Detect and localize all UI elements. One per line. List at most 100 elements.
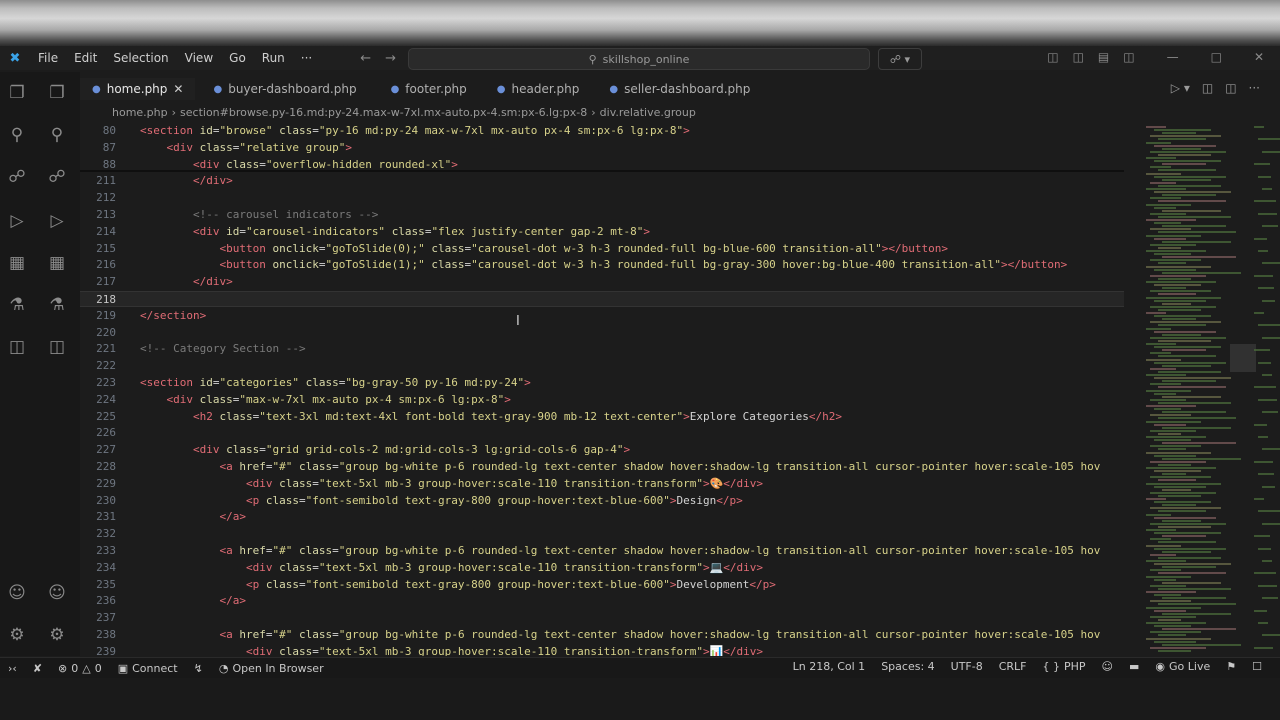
code-editor[interactable]: 80 <section id="browse" class="py-16 md:p… (80, 122, 1124, 656)
open-preview-icon[interactable]: ◫ (1202, 81, 1213, 95)
explorer-icon[interactable]: ❐ (6, 82, 28, 104)
minimap-slider[interactable] (1230, 344, 1256, 372)
sync-icon[interactable]: ✘ (25, 662, 50, 675)
split-editor-icon[interactable]: ◫ (1225, 81, 1236, 95)
more-actions-icon[interactable]: ··· (1249, 81, 1260, 95)
problems-indicator[interactable]: ⊗ 0 △ 0 (50, 662, 110, 675)
source-control-icon-secondary[interactable]: ☍ (46, 166, 68, 188)
toggle-switch-icon[interactable]: ▬ (1121, 660, 1147, 673)
code-line[interactable]: 234 <div class="text-5xl mb-3 group-hove… (80, 560, 1124, 576)
explorer-icon-secondary[interactable]: ❐ (46, 82, 68, 104)
language-mode[interactable]: { } PHP (1035, 660, 1094, 673)
menu-edit[interactable]: Edit (66, 51, 105, 65)
minimap-line (1146, 420, 1201, 423)
code-line[interactable]: 220 (80, 325, 1124, 341)
menu-selection[interactable]: Selection (105, 51, 176, 65)
search-icon[interactable]: ⚲ (6, 124, 28, 146)
code-line[interactable]: 232 (80, 526, 1124, 542)
close-window-icon[interactable]: ✕ (1254, 50, 1264, 64)
lightning-icon[interactable]: ↯ (186, 662, 211, 675)
database-icon[interactable]: ◫ (6, 336, 28, 358)
code-line[interactable]: 221 <!-- Category Section --> (80, 341, 1124, 357)
source-control-icon[interactable]: ☍ (6, 166, 28, 188)
copilot-status-icon[interactable]: ☺ (1094, 660, 1121, 673)
extensions-icon-secondary[interactable]: ▦ (46, 252, 68, 274)
code-line[interactable]: 213 <!-- carousel indicators --> (80, 207, 1124, 223)
indentation[interactable]: Spaces: 4 (873, 660, 942, 673)
tab-header-php[interactable]: ● header.php (484, 78, 592, 100)
minimap[interactable] (1124, 122, 1280, 656)
tab-home-php[interactable]: ● home.php ✕ (80, 78, 196, 100)
code-line[interactable]: 212 (80, 190, 1124, 206)
code-line[interactable]: 222 (80, 358, 1124, 374)
open-in-browser-button[interactable]: ◔ Open In Browser (211, 662, 332, 675)
breadcrumb-file[interactable]: home.php (112, 106, 168, 119)
account-icon-secondary[interactable]: ☺ (46, 582, 68, 604)
settings-gear-icon-secondary[interactable]: ⚙ (46, 624, 68, 646)
code-line[interactable]: 235 <p class="font-semibold text-gray-80… (80, 577, 1124, 593)
breadcrumb-section[interactable]: section#browse.py-16.md:py-24.max-w-7xl.… (180, 106, 587, 119)
menu-file[interactable]: File (30, 51, 66, 65)
code-line[interactable]: 216 <button onclick="goToSlide(1);" clas… (80, 257, 1124, 273)
menu-go[interactable]: Go (221, 51, 254, 65)
code-line[interactable]: 227 <div class="grid grid-cols-2 md:grid… (80, 442, 1124, 458)
go-live-button[interactable]: ◉ Go Live (1147, 660, 1218, 673)
code-line[interactable]: 230 <p class="font-semibold text-gray-80… (80, 493, 1124, 509)
encoding[interactable]: UTF-8 (943, 660, 991, 673)
remote-icon[interactable]: ›‹ (0, 662, 25, 675)
testing-icon[interactable]: ⚗ (6, 294, 28, 316)
code-line[interactable]: 219 </section> (80, 308, 1124, 324)
code-line[interactable]: 236 </a> (80, 593, 1124, 609)
extensions-icon[interactable]: ▦ (6, 252, 28, 274)
code-line[interactable]: 237 (80, 610, 1124, 626)
code-line[interactable]: 224 <div class="max-w-7xl mx-auto px-4 s… (80, 392, 1124, 408)
toggle-secondary-sidebar-icon[interactable]: ◫ (1123, 50, 1134, 64)
code-line[interactable]: 233 <a href="#" class="group bg-white p-… (80, 543, 1124, 559)
menu-view[interactable]: View (177, 51, 221, 65)
database-icon-secondary[interactable]: ◫ (46, 336, 68, 358)
connect-button[interactable]: ▣ Connect (110, 662, 186, 675)
code-line[interactable]: 228 <a href="#" class="group bg-white p-… (80, 459, 1124, 475)
code-line[interactable]: 238 <a href="#" class="group bg-white p-… (80, 627, 1124, 643)
account-icon[interactable]: ☺ (6, 582, 28, 604)
end-of-line[interactable]: CRLF (991, 660, 1035, 673)
tab-footer-php[interactable]: ● footer.php (378, 78, 479, 100)
code-line[interactable]: 239 <div class="text-5xl mb-3 group-hove… (80, 644, 1124, 656)
code-line[interactable]: 215 <button onclick="goToSlide(0);" clas… (80, 241, 1124, 257)
maximize-icon[interactable]: □ (1211, 50, 1222, 64)
tab-seller-dashboard-php[interactable]: ● seller-dashboard.php (597, 78, 763, 100)
command-center-search[interactable]: ⚲ skillshop_online (408, 48, 870, 70)
toggle-panel-icon[interactable]: ▤ (1098, 50, 1109, 64)
forward-arrow-icon[interactable]: → (385, 51, 396, 66)
code-line[interactable]: 226 (80, 425, 1124, 441)
breadcrumb-div[interactable]: div.relative.group (600, 106, 696, 119)
cursor-position[interactable]: Ln 218, Col 1 (785, 660, 874, 673)
code-line[interactable]: 217 </div> (80, 274, 1124, 290)
back-arrow-icon[interactable]: ← (360, 51, 371, 66)
menu-run[interactable]: Run (254, 51, 293, 65)
code-line[interactable]: 225 <h2 class="text-3xl md:text-4xl font… (80, 409, 1124, 425)
run-debug-icon[interactable]: ▷ (6, 210, 28, 232)
settings-gear-icon[interactable]: ⚙ (6, 624, 28, 646)
copilot-button[interactable]: ☍ ▾ (878, 48, 922, 70)
notifications-icon[interactable]: ⚑ (1218, 660, 1244, 673)
search-icon-secondary[interactable]: ⚲ (46, 124, 68, 146)
code-line[interactable]: 87 <div class="relative group"> (80, 140, 1124, 156)
code-line[interactable]: 229 <div class="text-5xl mb-3 group-hove… (80, 476, 1124, 492)
code-line[interactable]: 211 </div> (80, 173, 1124, 189)
run-icon[interactable]: ▷ ▾ (1171, 81, 1190, 95)
minimize-icon[interactable]: — (1167, 50, 1179, 64)
code-line[interactable]: 223 <section id="categories" class="bg-gr… (80, 375, 1124, 391)
testing-icon-secondary[interactable]: ⚗ (46, 294, 68, 316)
close-icon[interactable]: ✕ (173, 82, 183, 96)
bell-icon[interactable]: ☐ (1244, 660, 1270, 673)
run-debug-icon-secondary[interactable]: ▷ (46, 210, 68, 232)
code-line[interactable]: 80 <section id="browse" class="py-16 md:p… (80, 123, 1124, 139)
menu-more[interactable]: ··· (293, 51, 320, 65)
code-line[interactable]: 214 <div id="carousel-indicators" class=… (80, 224, 1124, 240)
tab-buyer-dashboard-php[interactable]: ● buyer-dashboard.php (201, 78, 369, 100)
toggle-sidebar-icon[interactable]: ◫ (1073, 50, 1084, 64)
code-line[interactable]: 231 </a> (80, 509, 1124, 525)
code-line[interactable]: 218 (80, 291, 1124, 307)
layout-icon[interactable]: ◫ (1047, 50, 1058, 64)
